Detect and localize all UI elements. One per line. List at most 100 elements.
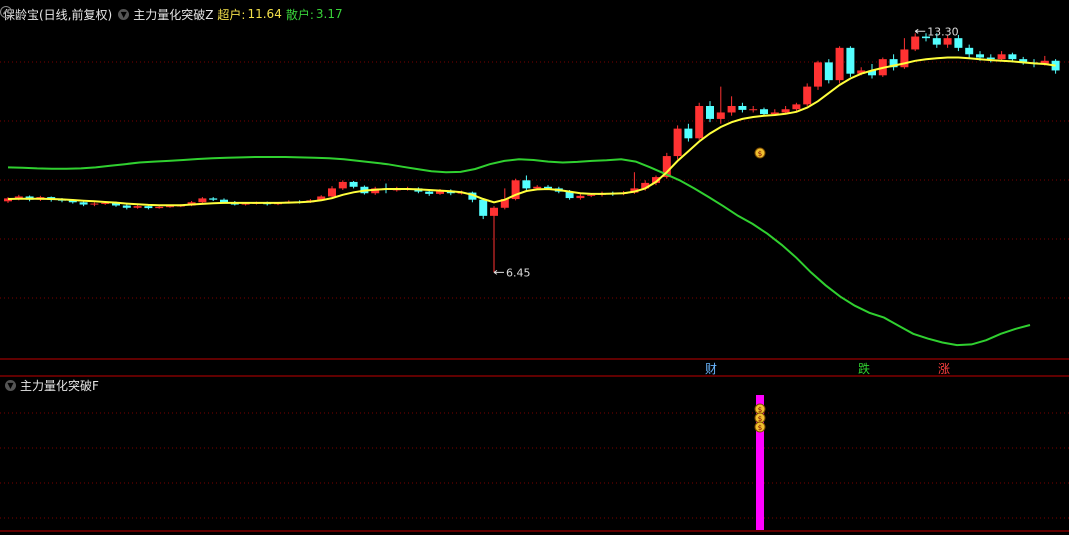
candle-body [79, 202, 88, 205]
candle-body [414, 188, 423, 192]
candle-body [446, 190, 455, 194]
candle-body [587, 194, 596, 196]
candle-body [986, 57, 995, 60]
arrow-icon [493, 269, 504, 275]
candle-body [220, 199, 228, 203]
candle [846, 46, 855, 77]
candle-body [846, 47, 855, 74]
candle [274, 201, 282, 206]
candle-body [835, 47, 844, 81]
candle [4, 197, 12, 203]
money-bag-body [754, 147, 766, 159]
money-bag-body [754, 421, 766, 433]
candle-body [792, 104, 801, 110]
candle [965, 44, 974, 58]
signal-panel: $$$ [754, 395, 766, 530]
low-label: 6.45 [506, 266, 531, 279]
candle [803, 83, 812, 106]
candle-body [25, 196, 34, 200]
signal-bar [756, 395, 764, 530]
money-bag-body [754, 403, 766, 415]
tag-cai: 财 [705, 362, 718, 376]
candle-body [997, 54, 1006, 60]
chaohu-label: 超户: [217, 7, 246, 22]
arrow-icon [914, 28, 926, 34]
chevron-down-icon[interactable]: ▼ [5, 379, 16, 391]
candle [392, 186, 401, 192]
candle-body [652, 177, 660, 183]
main-header: 保龄宝(日线,前复权) ▼ 主力量化突破Z 超户: 11.64 散户: 3.17 [3, 3, 347, 25]
candle-body [511, 180, 520, 200]
candle-body [1019, 59, 1028, 63]
candle [857, 67, 866, 76]
candle-body [490, 207, 498, 216]
candle-body [47, 197, 56, 200]
candle [446, 189, 455, 196]
candle-body [328, 188, 336, 197]
candle-body [1030, 62, 1038, 64]
candle-body [630, 188, 639, 193]
candle-body [673, 128, 682, 157]
candle-body [133, 206, 142, 208]
candle [652, 175, 660, 186]
candle-body [781, 109, 790, 113]
candle-body [760, 109, 768, 115]
candle [328, 186, 336, 198]
candle [814, 60, 822, 90]
candle-body [122, 205, 131, 208]
chaohu-value: 11.64 [247, 7, 282, 21]
candle [306, 199, 315, 203]
candle-body [857, 70, 866, 74]
candle-body [716, 112, 725, 119]
candle [922, 33, 930, 42]
candle-body [284, 201, 293, 203]
candle [317, 195, 326, 201]
candle-body [436, 190, 444, 194]
money-bag-body [754, 412, 766, 424]
candle [144, 205, 153, 210]
candle [900, 38, 909, 69]
candle [187, 200, 196, 207]
candle-body [360, 186, 369, 194]
candle-body [911, 36, 920, 50]
candle-body [1051, 60, 1060, 71]
candle-body [954, 38, 963, 48]
green-line [7, 156, 1031, 347]
candle [457, 190, 466, 195]
candle [241, 202, 250, 206]
candle-body [392, 189, 401, 191]
candle [716, 86, 725, 124]
expand-icon[interactable] [0, 6, 12, 18]
candle [436, 189, 444, 195]
candle [25, 195, 34, 202]
candle-body [976, 54, 984, 58]
candle [220, 198, 228, 204]
candle [101, 201, 110, 205]
candle [706, 101, 714, 123]
candle-body [68, 200, 77, 203]
candle [360, 185, 369, 195]
candle [565, 190, 574, 200]
candle-body [295, 201, 304, 203]
candle [695, 102, 704, 140]
candle [511, 178, 520, 201]
candle [738, 102, 747, 113]
candle [630, 172, 639, 194]
indicator-name: 主力量化突破Z [133, 7, 214, 22]
chevron-down-icon[interactable]: ▼ [118, 8, 130, 20]
ma-line [7, 56, 1056, 207]
candle-body [403, 188, 412, 190]
candle [36, 195, 45, 201]
candle-body [187, 202, 196, 206]
price-chart[interactable]: $ $$$ 13.30 6.45 [0, 0, 1069, 535]
candle [598, 191, 606, 197]
candle [1030, 59, 1038, 68]
candle-body [263, 202, 272, 205]
candle-body [727, 106, 736, 113]
candle-body [814, 62, 822, 87]
candle-body [155, 206, 164, 209]
candle-body [468, 192, 477, 200]
candle-body [457, 192, 466, 194]
candle [976, 51, 984, 61]
candle [1019, 56, 1028, 65]
